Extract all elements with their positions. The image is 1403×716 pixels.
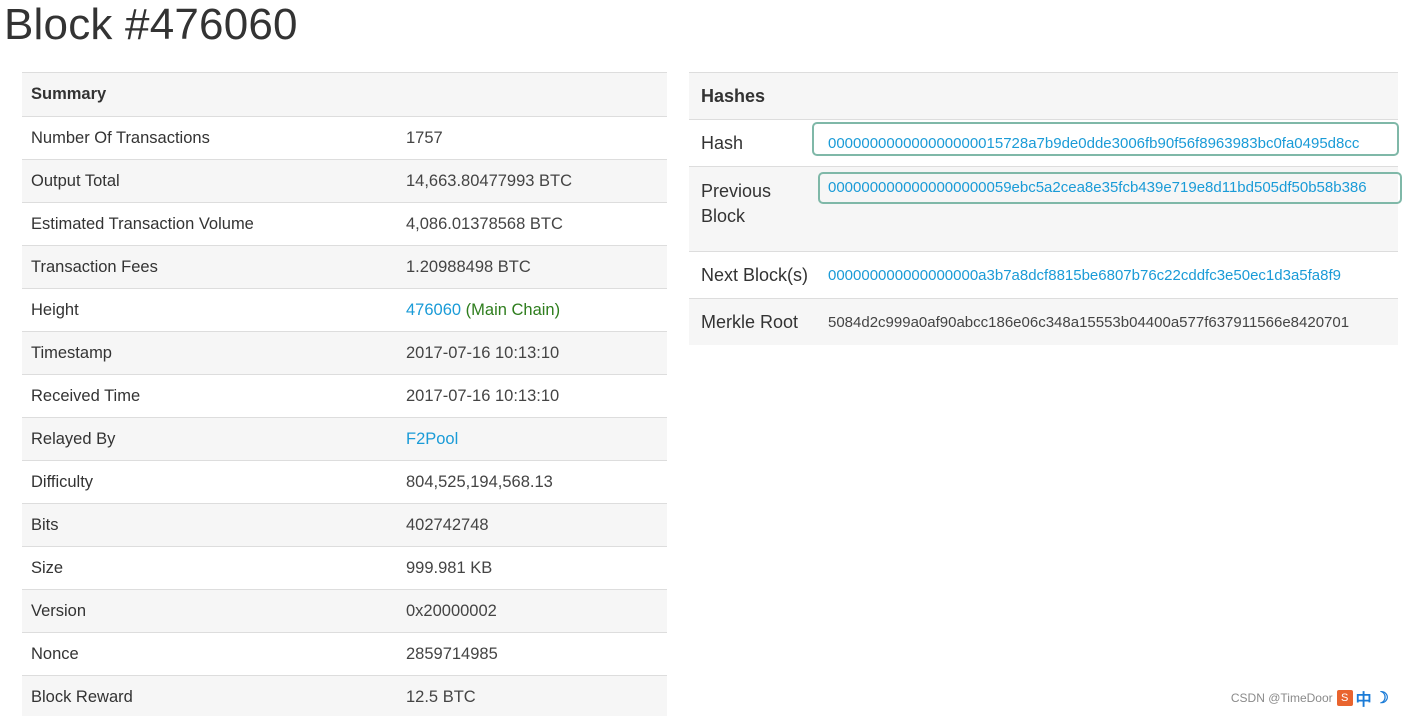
row-label: Height [22,288,397,332]
next-block-value-cell: 000000000000000000a3b7a8dcf8815be6807b76… [828,251,1398,299]
table-row: Height 476060 (Main Chain) [22,288,667,332]
summary-table: Summary Number Of Transactions 1757 Outp… [22,72,667,716]
chinese-input-icon: 中 [1355,692,1372,709]
row-label: Received Time [22,374,397,418]
row-value: 1.20988498 BTC [397,245,667,289]
row-label: Bits [22,503,397,547]
row-label: Estimated Transaction Volume [22,202,397,246]
previous-block-link[interactable]: 0000000000000000000059ebc5a2cea8e35fcb43… [828,179,1367,196]
hashes-table: Hashes Hash 000000000000000000015728a7b9… [689,72,1398,345]
row-value: 1757 [397,116,667,160]
main-chain-status: (Main Chain) [465,300,561,319]
hashes-header-row: Hashes [689,72,1398,120]
watermark: CSDN @TimeDoor S 中 ☽ [1231,686,1389,710]
next-block-row: Next Block(s) 000000000000000000a3b7a8dc… [689,251,1398,299]
height-link[interactable]: 476060 [406,301,461,319]
relayed-by-link[interactable]: F2Pool [406,430,458,448]
row-label: Size [22,546,397,590]
row-value: 4,086.01378568 BTC [397,202,667,246]
row-label: Timestamp [22,331,397,375]
row-label: Number Of Transactions [22,116,397,160]
summary-header: Summary [22,72,667,117]
hash-value-cell: 000000000000000000015728a7b9de0dde3006fb… [828,119,1398,167]
merkle-root-label: Merkle Root [689,298,828,345]
row-value: 804,525,194,568.13 [397,460,667,504]
table-row: Received Time 2017-07-16 10:13:10 [22,374,667,418]
table-row: Timestamp 2017-07-16 10:13:10 [22,331,667,375]
table-row: Bits 402742748 [22,503,667,547]
row-value: 0x20000002 [397,589,667,633]
table-row: Difficulty 804,525,194,568.13 [22,460,667,504]
table-row: Relayed By F2Pool [22,417,667,461]
relayed-by-cell: F2Pool [397,417,667,461]
hash-link[interactable]: 000000000000000000015728a7b9de0dde3006fb… [828,135,1359,152]
previous-block-row: Previous Block 0000000000000000000059ebc… [689,166,1398,252]
next-block-label: Next Block(s) [689,251,828,299]
previous-block-value-cell: 0000000000000000000059ebc5a2cea8e35fcb43… [828,166,1398,252]
table-row: Block Reward 12.5 BTC [22,675,667,716]
row-label: Version [22,589,397,633]
row-value: 2859714985 [397,632,667,676]
table-row: Nonce 2859714985 [22,632,667,676]
summary-header-row: Summary [22,72,667,117]
row-label: Transaction Fees [22,245,397,289]
hash-row: Hash 000000000000000000015728a7b9de0dde3… [689,119,1398,167]
row-value: 999.981 KB [397,546,667,590]
row-label: Output Total [22,159,397,203]
row-value: 402742748 [397,503,667,547]
row-label: Block Reward [22,675,397,716]
table-row: Estimated Transaction Volume 4,086.01378… [22,202,667,246]
table-row: Transaction Fees 1.20988498 BTC [22,245,667,289]
csdn-logo-icon: S [1336,690,1353,706]
row-value: 2017-07-16 10:13:10 [397,331,667,375]
hash-label: Hash [689,119,828,167]
table-row: Version 0x20000002 [22,589,667,633]
row-value: 2017-07-16 10:13:10 [397,374,667,418]
next-block-link[interactable]: 000000000000000000a3b7a8dcf8815be6807b76… [828,267,1341,284]
merkle-root-row: Merkle Root 5084d2c999a0af90abcc186e06c3… [689,298,1398,345]
row-label: Nonce [22,632,397,676]
watermark-icons: S 中 ☽ [1336,686,1389,710]
row-value: 12.5 BTC [397,675,667,716]
block-page: Block #476060 Summary Number Of Transact… [0,0,1403,716]
hashes-header: Hashes [689,72,1398,120]
row-value: 14,663.80477993 BTC [397,159,667,203]
merkle-root-value: 5084d2c999a0af90abcc186e06c348a15553b044… [828,298,1398,345]
previous-block-label: Previous Block [689,166,828,252]
row-label: Relayed By [22,417,397,461]
row-label: Difficulty [22,460,397,504]
page-title: Block #476060 [4,0,298,49]
table-row: Size 999.981 KB [22,546,667,590]
table-row: Number Of Transactions 1757 [22,116,667,160]
watermark-text: CSDN @TimeDoor [1230,691,1333,705]
table-row: Output Total 14,663.80477993 BTC [22,159,667,203]
height-value-cell: 476060 (Main Chain) [397,288,667,332]
moon-icon: ☽ [1374,690,1389,707]
